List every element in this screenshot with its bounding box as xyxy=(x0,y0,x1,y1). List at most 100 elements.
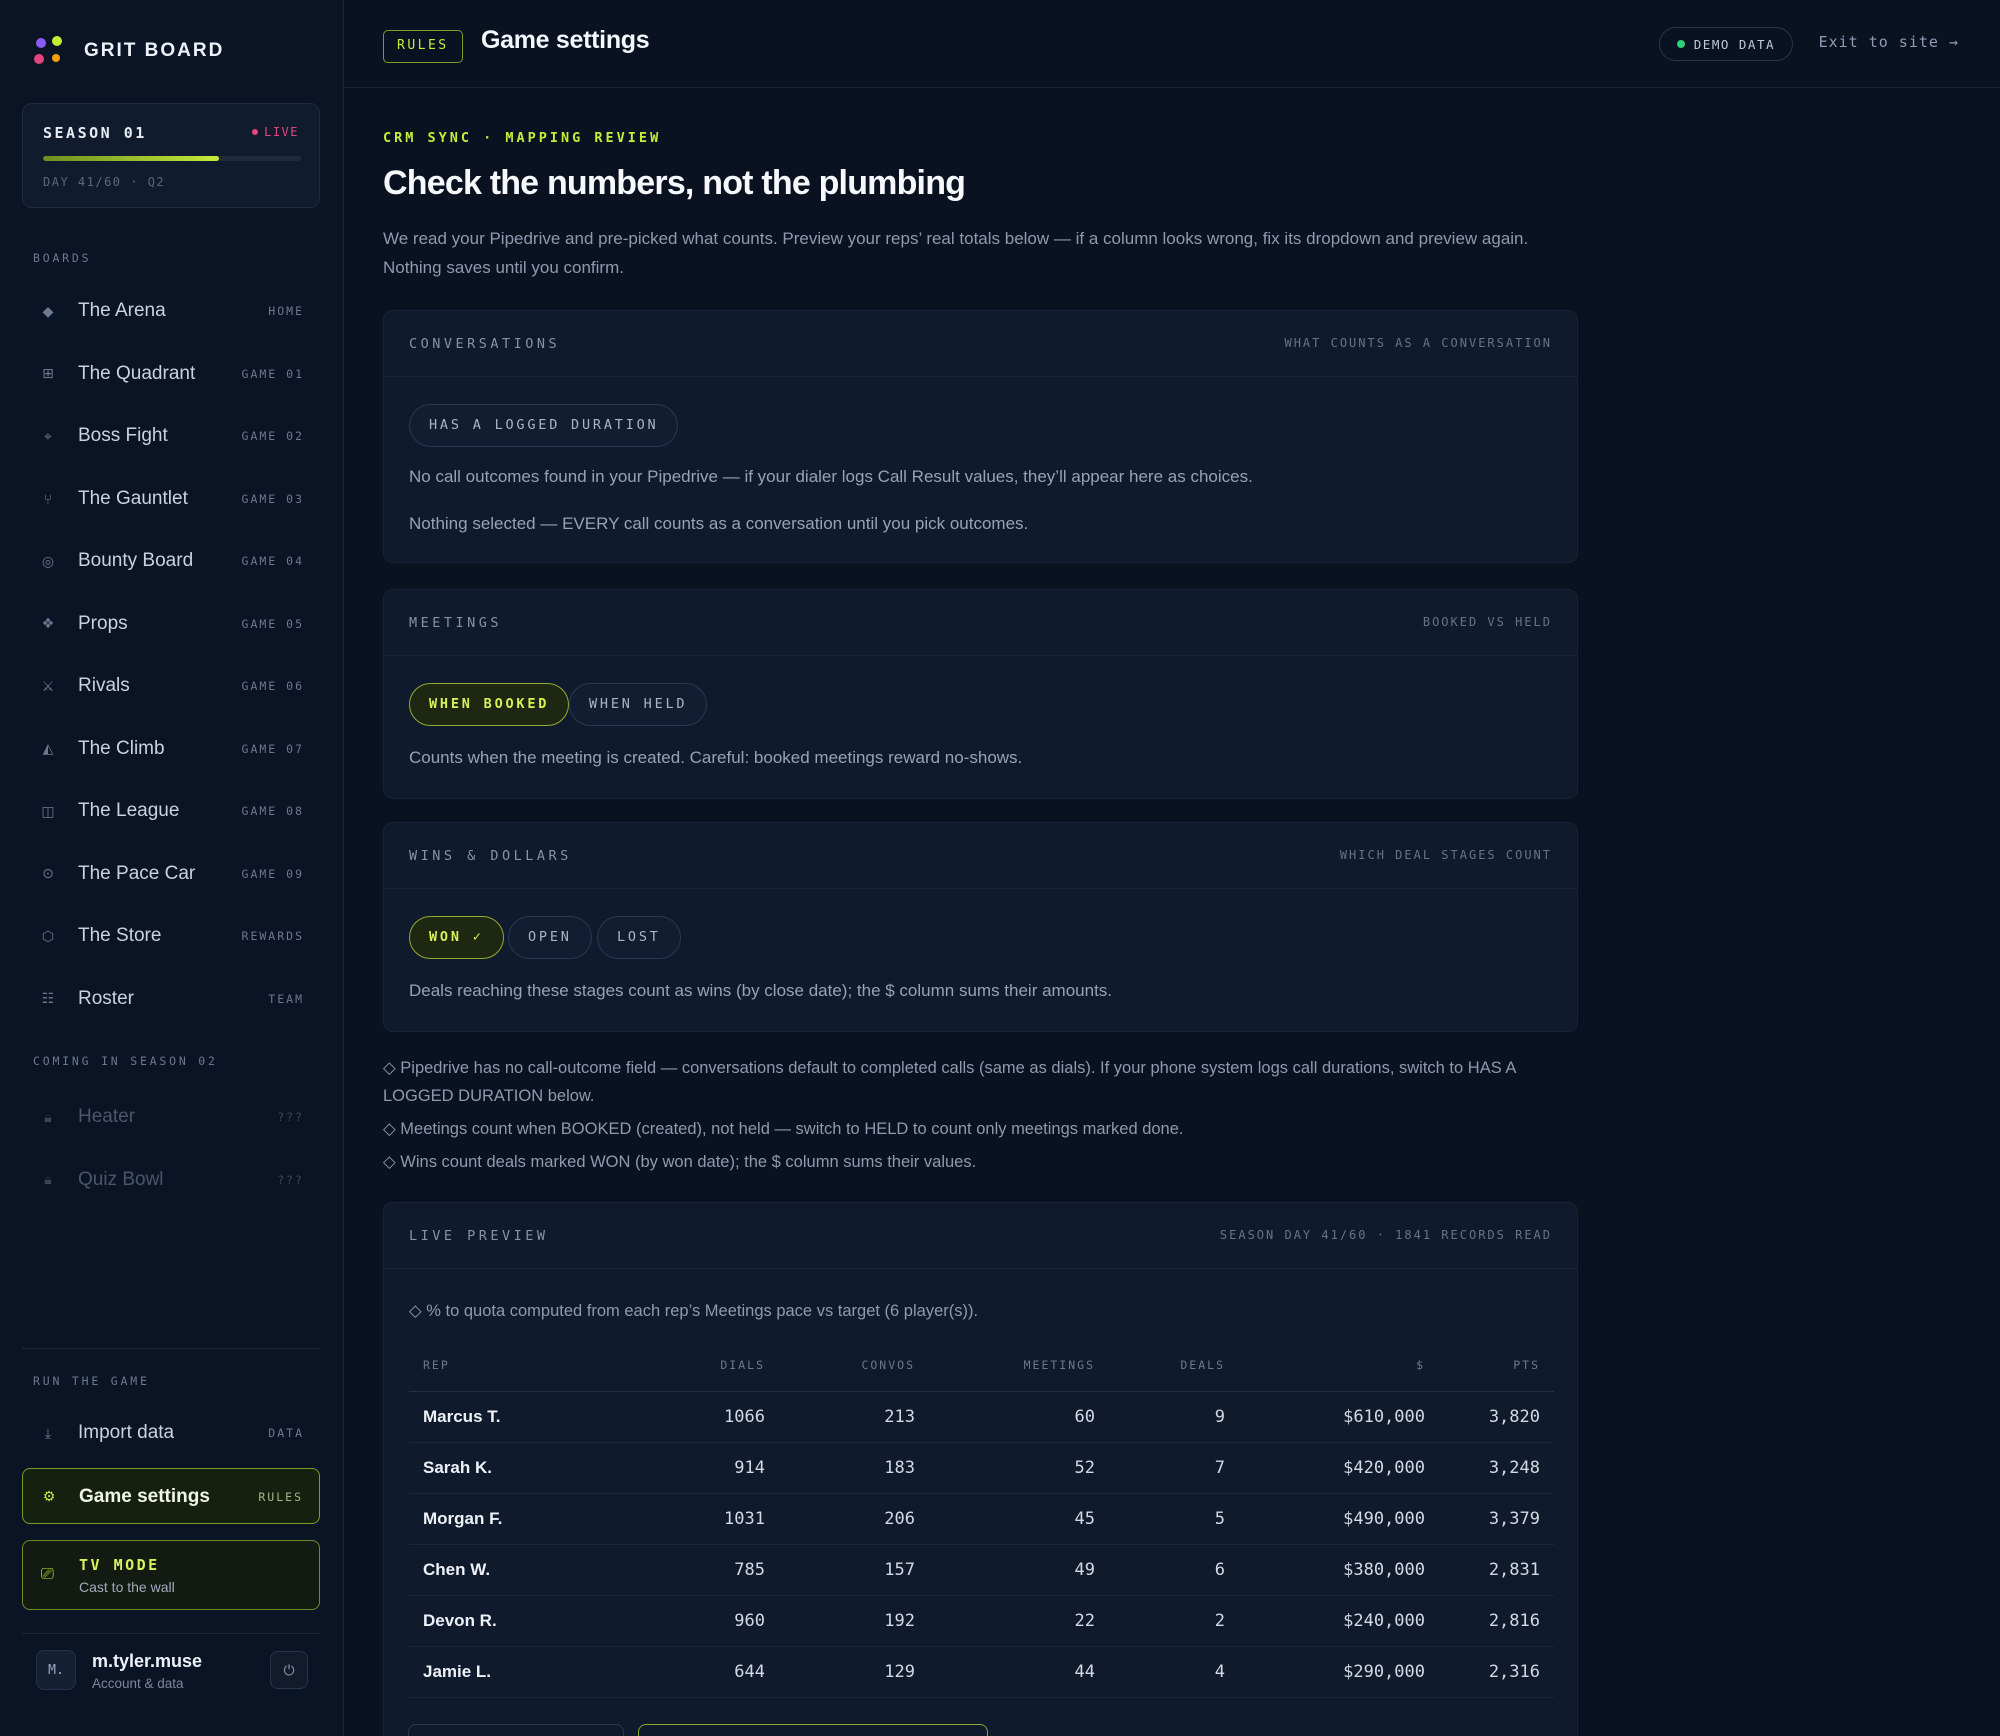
chip-when-booked[interactable]: WHEN BOOKED xyxy=(409,683,570,726)
table-cell: 4 xyxy=(1109,1646,1239,1698)
table-cell: 45 xyxy=(929,1493,1109,1545)
sidebar-item-the-quadrant[interactable]: ⊞ The Quadrant GAME 01 xyxy=(22,346,320,402)
table-row: Jamie L. 644 129 44 4 $290,000 2,316 xyxy=(409,1646,1554,1698)
live-preview-card: LIVE PREVIEW SEASON DAY 41/60 · 1841 REC… xyxy=(383,1202,1578,1736)
sidebar-item-tag: DATA xyxy=(268,1426,304,1440)
tv-mode-subtitle: Cast to the wall xyxy=(79,1579,175,1595)
sidebar-item-quiz-bowl: 🔒︎ Quiz Bowl??? xyxy=(22,1152,320,1208)
brand[interactable]: GRIT BOARD xyxy=(30,32,224,70)
sidebar-item-label: Props xyxy=(78,612,128,634)
season-day: DAY 41/60 · Q2 xyxy=(43,175,166,189)
table-row: Devon R. 960 192 22 2 $240,000 2,816 xyxy=(409,1595,1554,1647)
sidebar-item-the-league[interactable]: ◫ The League GAME 08 xyxy=(22,783,320,839)
sidebar-item-label: The Pace Car xyxy=(78,862,196,884)
sidebar-item-bounty-board[interactable]: ◎ Bounty Board GAME 04 xyxy=(22,533,320,589)
status-dot-icon xyxy=(1676,40,1685,48)
table-cell: 1066 xyxy=(629,1391,779,1443)
lock-icon: 🔒︎ xyxy=(44,1108,52,1125)
rep-name-cell: Marcus T. xyxy=(409,1391,629,1443)
page-title: Game settings xyxy=(481,26,650,54)
card-title: CONVERSATIONS xyxy=(409,336,561,352)
user-account[interactable]: M. m.tyler.muse Account & data ⏻ xyxy=(22,1634,320,1714)
exit-to-site-link[interactable]: Exit to site → xyxy=(1819,33,1959,51)
chip-won[interactable]: WON ✓ xyxy=(409,916,504,959)
tv-mode-title: TV MODE xyxy=(79,1556,160,1574)
sidebar-item-boss-fight[interactable]: ⌖ Boss Fight GAME 02 xyxy=(22,408,320,464)
sidebar-item-heater: 🔒︎ Heater??? xyxy=(22,1089,320,1145)
secondary-button[interactable] xyxy=(408,1724,624,1736)
rep-name-cell: Jamie L. xyxy=(409,1646,629,1698)
chip-open[interactable]: OPEN xyxy=(508,916,592,959)
table-cell: 49 xyxy=(929,1544,1109,1596)
preview-note: ◇ % to quota computed from each rep’s Me… xyxy=(409,1302,979,1320)
sidebar-item-label: Rivals xyxy=(78,675,130,696)
table-cell: 44 xyxy=(929,1646,1109,1698)
chip-lost[interactable]: LOST xyxy=(597,916,681,959)
sidebar-item-tag: GAME 03 xyxy=(241,491,304,506)
table-header-row: REP DIALS CONVOS MEETINGS DEALS $ PTS xyxy=(409,1339,1554,1392)
card-title: WINS & DOLLARS xyxy=(409,848,572,864)
power-icon[interactable]: ⏻ xyxy=(270,1651,308,1689)
chip-when-held[interactable]: WHEN HELD xyxy=(569,683,708,726)
sidebar-item-tag: GAME 09 xyxy=(241,866,304,881)
grid-icon: ⊞ xyxy=(42,365,54,381)
conversations-card: CONVERSATIONS WHAT COUNTS AS A CONVERSAT… xyxy=(383,310,1578,563)
column-header: DIALS xyxy=(629,1339,779,1392)
sidebar-item-the-pace-car[interactable]: ⊙ The Pace Car GAME 09 xyxy=(22,846,320,902)
sidebar-item-tag: ??? xyxy=(277,1110,304,1124)
table-cell: 1031 xyxy=(629,1493,779,1545)
column-header: MEETINGS xyxy=(929,1339,1109,1392)
table-cell: 914 xyxy=(629,1442,779,1494)
mapping-notes: ◇ Pipedrive has no call-outcome field — … xyxy=(383,1054,1583,1181)
tv-mode-button[interactable]: ⎚ TV MODE Cast to the wall xyxy=(22,1540,320,1610)
crosshair-icon: ⌖ xyxy=(44,427,52,444)
sidebar-item-label: The Gauntlet xyxy=(78,487,188,509)
sidebar-item-the-gauntlet[interactable]: ⑂ The Gauntlet GAME 03 xyxy=(22,471,320,527)
gear-icon: ⚙ xyxy=(42,1488,56,1504)
sidebar-item-label: The Quadrant xyxy=(78,362,196,384)
demo-data-badge[interactable]: DEMO DATA xyxy=(1658,27,1793,61)
preview-table: REP DIALS CONVOS MEETINGS DEALS $ PTS Marcus T… xyxy=(409,1339,1554,1698)
column-header: REP xyxy=(409,1339,629,1392)
note-item: ◇ Meetings count when BOOKED (created), … xyxy=(383,1120,1184,1138)
sidebar-item-label: Heater xyxy=(78,1106,136,1127)
sidebar-item-rivals[interactable]: ⚔ Rivals GAME 06 xyxy=(22,658,320,714)
table-cell: 157 xyxy=(779,1544,929,1596)
card-header: MEETINGS BOOKED VS HELD xyxy=(384,590,1577,656)
sidebar-item-tag: REWARDS xyxy=(241,929,304,943)
table-cell: $490,000 xyxy=(1239,1493,1439,1545)
table-cell: 206 xyxy=(779,1493,929,1545)
sidebar-item-import-data[interactable]: ⤓ Import data DATA xyxy=(22,1405,320,1461)
sidebar-item-props[interactable]: ❖ Props GAME 05 xyxy=(22,596,320,652)
table-cell: $290,000 xyxy=(1239,1646,1439,1698)
table-cell: 52 xyxy=(929,1442,1109,1494)
sidebar-item-label: The Climb xyxy=(78,737,165,759)
sidebar-item-the-arena[interactable]: ◆ The Arena HOME xyxy=(22,283,320,339)
confirm-button[interactable] xyxy=(638,1724,988,1736)
sidebar-item-the-climb[interactable]: ◭ The Climb GAME 07 xyxy=(22,721,320,777)
download-icon: ⤓ xyxy=(44,1424,52,1441)
kicker: CRM SYNC · MAPPING REVIEW xyxy=(383,130,662,146)
sidebar-item-tag: HOME xyxy=(268,304,304,318)
season-progress-fill xyxy=(43,156,220,161)
sidebar-item-label: Boss Fight xyxy=(78,425,168,446)
column-header: CONVOS xyxy=(779,1339,929,1392)
rep-name-cell: Chen W. xyxy=(409,1544,629,1596)
sidebar-item-the-store[interactable]: ⬡ The Store REWARDS xyxy=(22,908,320,964)
sidebar-item-roster[interactable]: ☷ Roster TEAM xyxy=(22,971,320,1027)
sidebar-item-label: The League xyxy=(78,800,180,821)
meetings-text: Counts when the meeting is created. Care… xyxy=(409,748,1023,767)
target-icon: ◎ xyxy=(41,552,55,569)
chip-has-logged-duration[interactable]: HAS A LOGGED DURATION xyxy=(409,404,679,447)
gauge-icon: ⊙ xyxy=(42,865,54,881)
list-icon: ☷ xyxy=(41,990,55,1006)
user-name: m.tyler.muse xyxy=(92,1651,203,1671)
sidebar-item-game-settings[interactable]: ⚙ Game settings RULES xyxy=(22,1467,320,1524)
column-header: PTS xyxy=(1439,1339,1554,1392)
rep-name-cell: Sarah K. xyxy=(409,1442,629,1494)
table-cell: 2 xyxy=(1109,1595,1239,1647)
lede: We read your Pipedrive and pre-picked wh… xyxy=(383,229,1529,277)
conversations-text: No call outcomes found in your Pipedrive… xyxy=(409,467,1253,486)
conversations-text: Nothing selected — EVERY call counts as … xyxy=(409,514,1029,533)
live-badge: LIVE xyxy=(252,125,299,139)
